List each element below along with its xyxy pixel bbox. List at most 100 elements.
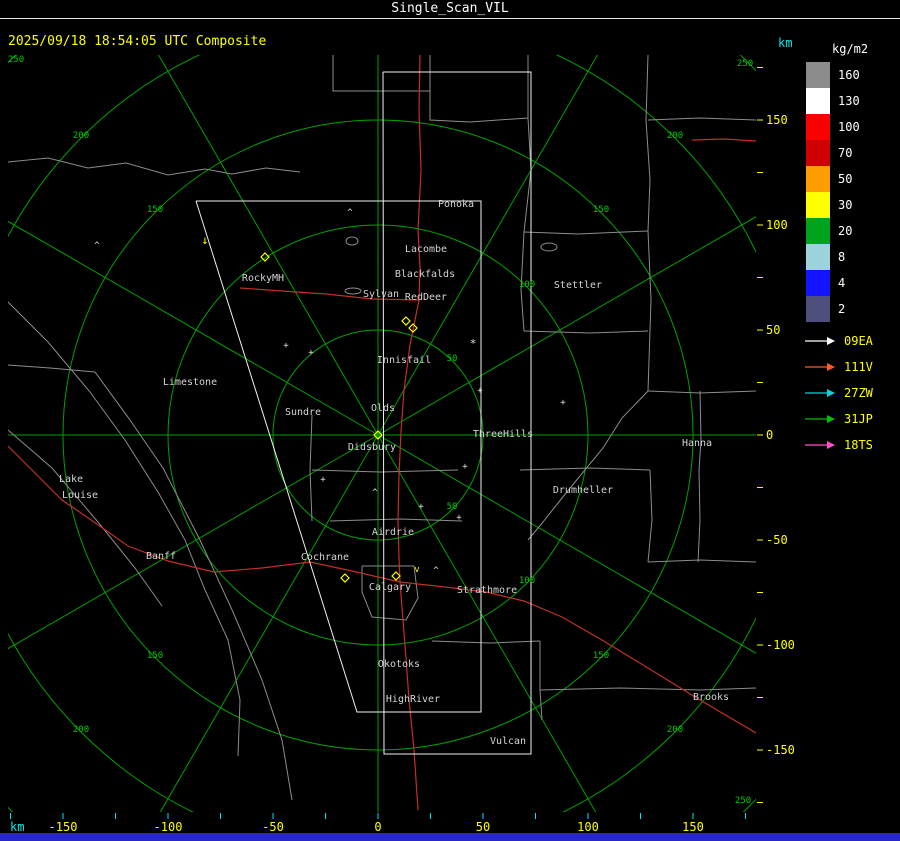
scale-row: 2 [800,296,900,322]
bottom-axis-label: -100 [154,820,183,834]
city-label: Louise [62,490,98,501]
radar-site-row: 111V [800,354,900,380]
municipal-boundary [431,640,541,644]
legend-panel: kg/m2 160 130 100 70 50 30 20 8 4 2 09EA 111V 27ZW 3… [800,42,900,458]
scale-row: 4 [800,270,900,296]
radar-site-row: 18TS [800,432,900,458]
scale-row: 20 [800,218,900,244]
range-label: 250 [735,796,751,806]
right-axis-label: 150 [766,113,788,127]
site-id-label: 18TS [844,438,873,452]
municipal-boundary [697,390,702,563]
city-label: Calgary [369,582,411,593]
scale-value: 8 [838,250,846,264]
city-label: Limestone [163,377,217,388]
range-label: 150 [147,651,163,661]
range-label: 200 [73,131,89,141]
scale-value: 100 [838,120,860,134]
municipal-boundary [539,641,543,721]
bottom-axis-label: -150 [49,820,78,834]
azimuth-line [377,434,756,654]
scale-row: 130 [800,88,900,114]
municipal-boundary [429,55,529,123]
town-marker-caret: ^ [372,488,378,498]
town-marker-plus: + [320,475,326,485]
scale-value: 70 [838,146,853,160]
town-marker-caret: ^ [433,566,439,576]
bottom-axis-label: 0 [374,820,381,834]
range-label: 250 [737,59,753,69]
municipal-boundary [8,364,96,373]
site-arrow-icon [805,441,835,449]
azimuth-line [158,55,379,436]
municipal-boundary [94,371,293,801]
scale-value: 50 [838,172,853,186]
city-label: ThreeHills [473,429,533,440]
scale-value: 4 [838,276,846,290]
azimuth-line [159,434,379,812]
municipal-boundary [647,559,756,563]
radar-site-marker [401,316,411,326]
town-marker-plus: + [308,348,314,358]
highway-line [417,55,422,301]
site-id-label: 09EA [844,334,873,348]
municipal-boundary [523,117,532,233]
municipal-boundary [523,230,649,235]
storm-marker-v: v [414,565,419,575]
range-ring-250 [8,55,756,812]
legend-unit-label: kg/m2 [832,42,869,56]
city-label: Sundre [285,407,321,418]
site-id-label: 111V [844,360,873,374]
city-label: Lake [59,474,83,485]
town-marker-plus: + [477,386,483,396]
right-axis-label: 100 [766,218,788,232]
pointer-arrow-marker: ↓ [201,233,208,247]
site-id-label: 31JP [844,412,873,426]
scale-value: 2 [838,302,846,316]
city-label: RockyMH [242,273,284,284]
municipal-boundary [361,565,419,621]
scale-swatch [806,114,830,140]
bottom-axis-unit: km [10,820,24,834]
scale-row: 70 [800,140,900,166]
town-marker-plus: + [560,398,566,408]
scale-swatch [806,270,830,296]
municipal-boundary [523,330,649,334]
municipal-boundary [647,230,652,392]
range-label: 150 [593,651,609,661]
scale-swatch [806,88,830,114]
town-marker-caret: ^ [347,208,353,218]
city-label: Didsbury [348,442,396,453]
city-label: Stettler [554,280,602,291]
city-label: Strathmore [457,585,517,596]
radar-map-canvas[interactable]: 5010015020025050100150200250150200250150… [0,0,900,841]
town-marker-plus: + [456,513,462,523]
range-label: 150 [147,205,163,215]
scale-swatch [806,192,830,218]
municipal-boundary [527,390,649,541]
range-label: 100 [519,576,535,586]
right-axis-label: -100 [766,638,795,652]
site-arrow-icon [805,363,835,371]
scale-value: 30 [838,198,853,212]
range-label: 150 [593,205,609,215]
scale-row: 160 [800,62,900,88]
bottom-axis-label: 50 [476,820,490,834]
city-label: Airdrie [372,527,414,538]
site-arrow-icon [805,337,835,345]
azimuth-line [8,434,379,650]
city-label: Vulcan [490,736,526,747]
town-marker-plus: + [462,462,468,472]
city-label: Sylvan [363,289,399,300]
city-label: HighRiver [386,694,440,705]
town-marker-caret: ^ [94,241,100,251]
timestamp-label: 2025/09/18 18:54:05 UTC Composite [8,34,267,49]
range-label: 100 [519,280,535,290]
bottom-axis-label: -50 [262,820,284,834]
site-id-label: 27ZW [844,386,873,400]
scale-swatch [806,296,830,322]
map-layers: 50 100 150 200 250 50 100 150 200 250 150 200 250 150… [8,55,756,812]
site-arrow-icon [805,389,835,397]
site-arrow-icon [805,415,835,423]
scale-swatch [806,244,830,270]
